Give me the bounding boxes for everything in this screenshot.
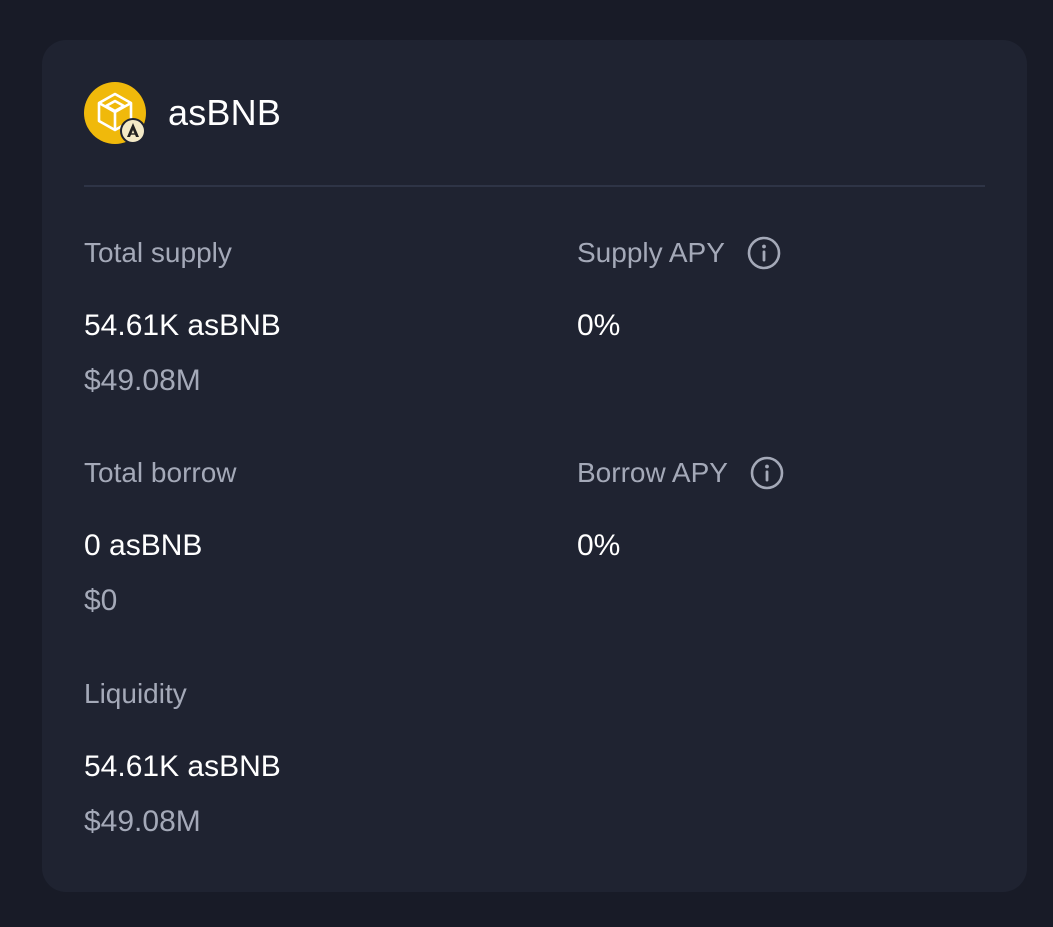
total-borrow-usd: $0	[84, 584, 118, 617]
total-borrow-stat: Total borrow 0 asBNB $0	[84, 456, 237, 619]
borrow-apy-value: 0%	[577, 529, 621, 562]
astherus-badge-icon	[120, 118, 146, 144]
bnb-cube-icon	[84, 82, 146, 144]
liquidity-usd: $49.08M	[84, 805, 201, 838]
info-icon[interactable]	[750, 456, 784, 490]
total-borrow-label: Total borrow	[84, 457, 237, 488]
supply-apy-stat: Supply APY 0%	[577, 236, 781, 344]
supply-apy-label: Supply APY	[577, 237, 725, 268]
supply-apy-label-row: Supply APY	[577, 236, 781, 270]
header-divider	[84, 185, 985, 187]
total-supply-stat: Total supply 54.61K asBNB $49.08M	[84, 236, 281, 399]
total-supply-usd: $49.08M	[84, 364, 201, 397]
card-header: asBNB	[84, 80, 281, 146]
liquidity-label: Liquidity	[84, 678, 187, 709]
total-supply-label: Total supply	[84, 237, 232, 268]
borrow-apy-label-row: Borrow APY	[577, 456, 784, 490]
token-name: asBNB	[168, 92, 282, 133]
borrow-apy-stat: Borrow APY 0%	[577, 456, 784, 564]
liquidity-stat: Liquidity 54.61K asBNB $49.08M	[84, 677, 281, 840]
info-icon[interactable]	[747, 236, 781, 270]
supply-apy-value: 0%	[577, 309, 621, 342]
borrow-apy-label: Borrow APY	[577, 457, 728, 488]
market-card: asBNB Total supply 54.61K asBNB $49.08M …	[42, 40, 1027, 892]
liquidity-amount: 54.61K asBNB	[84, 750, 281, 783]
total-supply-amount: 54.61K asBNB	[84, 309, 281, 342]
total-borrow-amount: 0 asBNB	[84, 529, 203, 562]
